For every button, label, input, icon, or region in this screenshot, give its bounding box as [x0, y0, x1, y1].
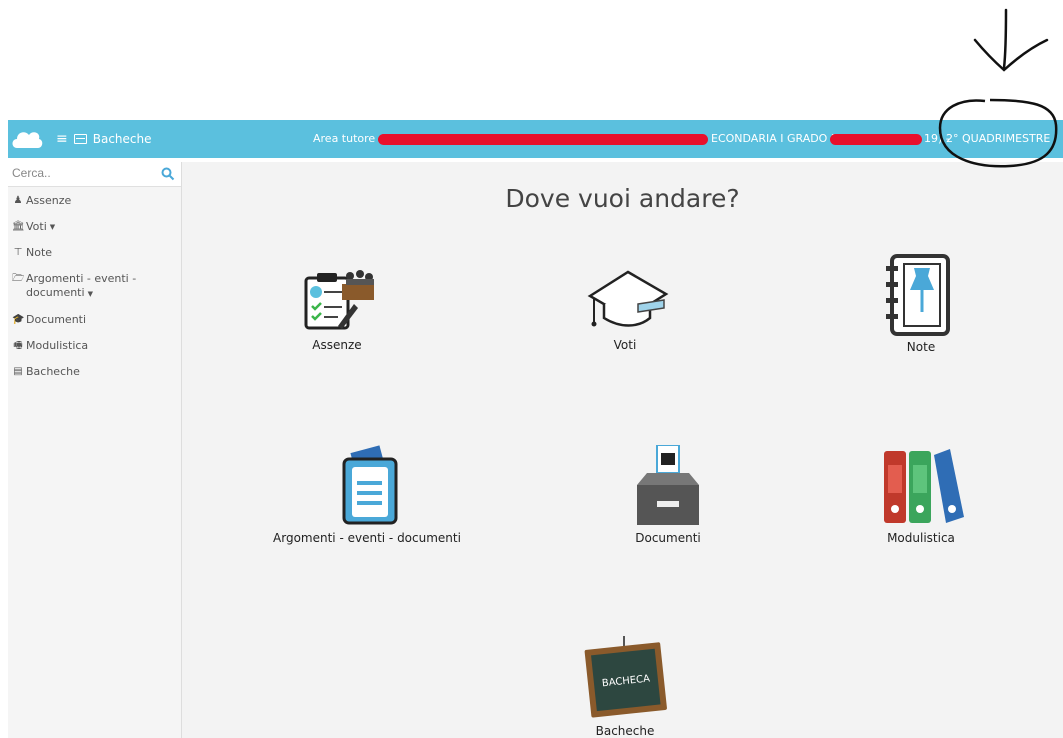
redaction-mark: [830, 134, 922, 145]
tile-documenti[interactable]: Documenti: [558, 445, 778, 545]
tile-label: Bacheche: [595, 724, 655, 738]
menu-toggle-button[interactable]: ≡ Bacheche: [56, 131, 152, 147]
tile-label: Note: [906, 340, 936, 354]
search-input[interactable]: [10, 162, 154, 184]
folder-icon: 🗁: [12, 273, 25, 284]
cloud-logo-icon[interactable]: [10, 124, 44, 152]
binders-icon: [884, 449, 964, 523]
board-icon: ▤: [13, 366, 23, 377]
caret-down-icon: ▼: [49, 223, 56, 231]
bank-icon: 🏛: [12, 221, 25, 232]
main-content: Dove vuoi andare? Assenze Voti Note Argo…: [182, 162, 1063, 738]
redaction-mark: [378, 134, 708, 145]
page-title: Dove vuoi andare?: [505, 184, 740, 213]
search-icon[interactable]: [161, 167, 175, 181]
sidebar-item-documenti[interactable]: 🎓 Documenti: [8, 310, 181, 336]
fax-icon: 🖷: [13, 340, 23, 351]
tile-modulistica[interactable]: Modulistica: [811, 445, 1031, 545]
tile-label: Argomenti - eventi - documenti: [273, 531, 461, 545]
menu-label: Bacheche: [92, 132, 152, 146]
graduation-cap-icon: [587, 270, 669, 327]
tile-label: Assenze: [312, 338, 362, 352]
sidebar-item-argomenti[interactable]: 🗁 Argomenti - eventi - documenti ▼: [8, 269, 181, 310]
sidebar-nav: ♟ Assenze 🏛 Voti ▼ ⊤ Note 🗁 Argomenti - event…: [8, 187, 181, 388]
search-box: [8, 162, 181, 187]
sidebar-item-voti[interactable]: 🏛 Voti ▼: [8, 217, 181, 243]
notebook-pin-icon: [886, 254, 950, 336]
tile-note[interactable]: Note: [811, 254, 1031, 354]
tile-assenze[interactable]: Assenze: [227, 264, 447, 352]
pin-icon: ⊤: [13, 247, 23, 258]
tile-argomenti-eventi-documenti[interactable]: Argomenti - eventi - documenti: [257, 445, 477, 545]
sidebar-item-note[interactable]: ⊤ Note: [8, 243, 181, 269]
chalkboard-icon: BACHECA: [584, 636, 667, 718]
tile-label: Documenti: [635, 531, 701, 545]
sidebar: ♟Assenze 🏛Voti▼ ⊤Note 🗁Argomenti - event…: [8, 162, 182, 738]
attendance-clipboard-icon: [304, 270, 374, 330]
user-icon: ♟: [13, 195, 23, 206]
tile-bacheche[interactable]: BACHECA Bacheche: [515, 634, 735, 738]
sidebar-item-modulistica[interactable]: 🖷 Modulistica: [8, 336, 181, 362]
board-icon: [73, 134, 87, 144]
document-events-icon: [342, 445, 398, 525]
area-tutore-text: Area tutore: [313, 132, 376, 145]
period-selector[interactable]: 2° QUADRIMESTRE: [946, 132, 1050, 145]
tile-label: Voti: [613, 338, 637, 352]
sidebar-item-assenze[interactable]: ♟ Assenze: [8, 191, 181, 217]
inbox-tray-icon: [637, 445, 699, 525]
caret-down-icon: ▼: [87, 290, 93, 298]
school-text: ECONDARIA I GRADO M: [711, 132, 841, 145]
top-navbar: ≡ Bacheche Area tutore ECONDARIA I GRADO…: [8, 120, 1063, 158]
graduation-cap-icon: 🎓: [12, 314, 25, 325]
tile-label: Modulistica: [887, 531, 955, 545]
sidebar-item-bacheche[interactable]: ▤ Bacheche: [8, 362, 181, 388]
tile-voti[interactable]: Voti: [515, 264, 735, 352]
hamburger-icon: ≡: [56, 131, 68, 147]
